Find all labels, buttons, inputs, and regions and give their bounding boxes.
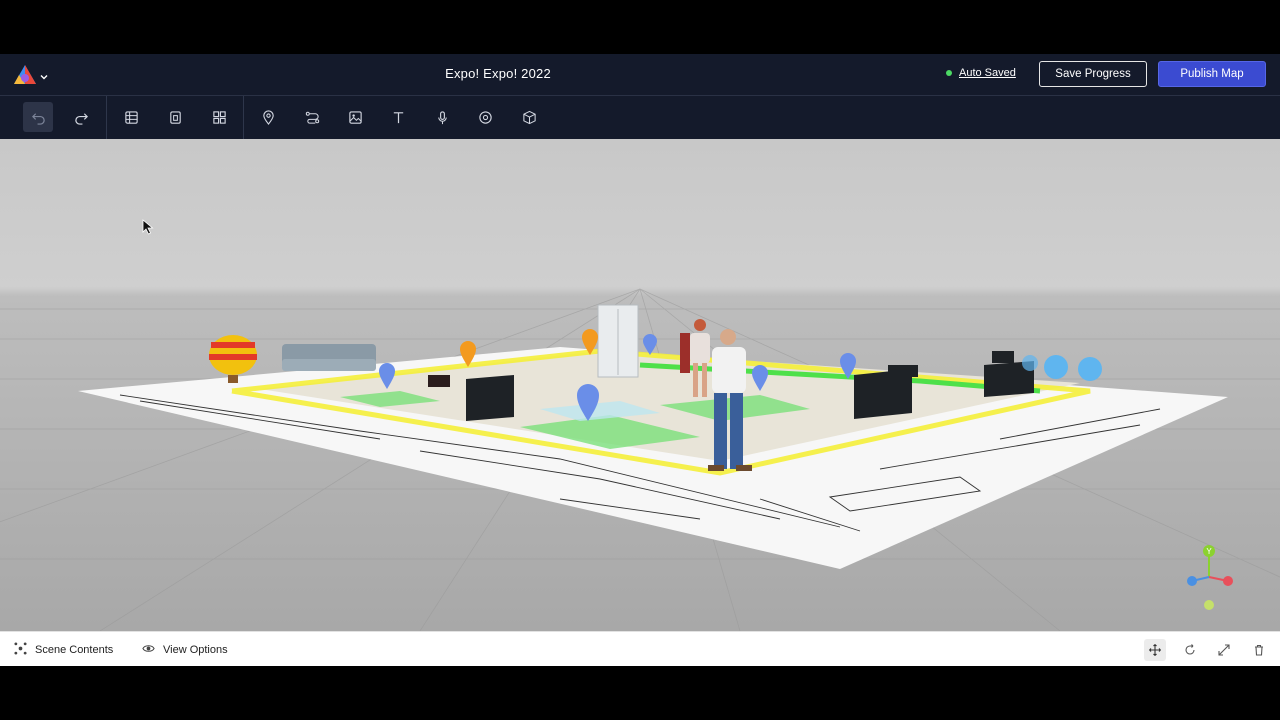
toolbar-divider [106, 96, 107, 139]
auto-saved-status[interactable]: Auto Saved [946, 67, 1016, 79]
axis-gizmo[interactable]: Y [1187, 545, 1233, 610]
zone-icon[interactable] [160, 102, 190, 132]
eye-icon [142, 642, 155, 658]
pin-icon[interactable] [1044, 355, 1068, 379]
target-icon[interactable] [470, 102, 500, 132]
scene-contents-button[interactable]: Scene Contents [14, 642, 113, 658]
path-icon[interactable] [297, 102, 327, 132]
publish-map-button[interactable]: Publish Map [1158, 61, 1266, 87]
fridge-model[interactable] [597, 304, 639, 378]
mouse-cursor-icon [142, 219, 154, 235]
undo-icon[interactable] [23, 102, 53, 132]
letterbox-bottom [0, 666, 1280, 720]
auto-saved-link[interactable]: Auto Saved [959, 67, 1016, 79]
status-dot-icon [946, 70, 952, 76]
pin-icon[interactable] [253, 102, 283, 132]
editor-toolbar [0, 96, 1280, 139]
text-icon[interactable] [383, 102, 413, 132]
letterbox-top [0, 0, 1280, 54]
sofa-model[interactable] [282, 344, 376, 371]
gizmo-y-label: Y [1206, 547, 1212, 556]
bottom-bar: Scene Contents View Options [0, 631, 1280, 666]
header-bar: Expo! Expo! 2022 Auto Saved Save Progres… [0, 54, 1280, 96]
toolbar-divider [243, 96, 244, 139]
cube-icon[interactable] [514, 102, 544, 132]
trash-icon[interactable] [1248, 639, 1270, 661]
view-options-button[interactable]: View Options [142, 642, 228, 658]
image-icon[interactable] [340, 102, 370, 132]
3d-viewport[interactable]: Y [0, 139, 1280, 631]
scene-contents-icon [14, 642, 27, 658]
rotate-icon[interactable] [1179, 639, 1201, 661]
pin-icon[interactable] [1022, 355, 1038, 371]
map-title: Expo! Expo! 2022 [445, 66, 551, 81]
pin-icon[interactable] [1078, 357, 1102, 381]
pin-icon[interactable] [643, 334, 657, 355]
move-icon[interactable] [1144, 639, 1166, 661]
microphone-icon[interactable] [427, 102, 457, 132]
save-progress-button[interactable]: Save Progress [1039, 61, 1147, 87]
view-options-label: View Options [163, 644, 228, 656]
scale-icon[interactable] [1213, 639, 1235, 661]
scene-canvas[interactable]: Y [0, 139, 1280, 631]
redo-icon[interactable] [66, 102, 96, 132]
grid-icon[interactable] [204, 102, 234, 132]
scene-contents-label: Scene Contents [35, 644, 114, 656]
floorplan-icon[interactable] [116, 102, 146, 132]
